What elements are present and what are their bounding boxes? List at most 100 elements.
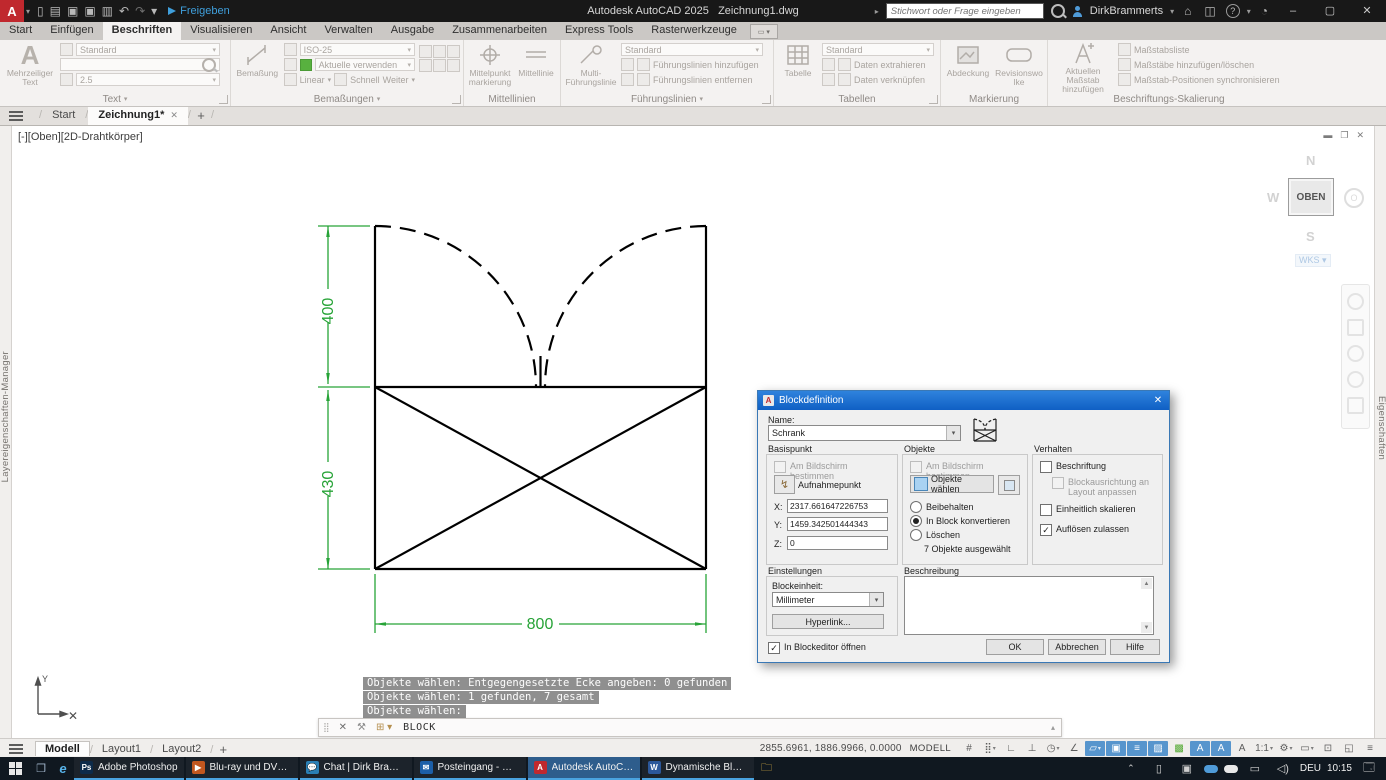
extract-data-button[interactable]: Daten extrahieren bbox=[854, 60, 926, 70]
tab-drawing1[interactable]: Zeichnung1*✕ bbox=[88, 107, 188, 125]
grid-icon[interactable]: # bbox=[959, 741, 979, 756]
close-tab-icon[interactable]: ✕ bbox=[170, 110, 178, 120]
add-delete-scales-button[interactable]: Maßstäbe hinzufügen/löschen bbox=[1134, 60, 1254, 70]
ribbon-tab-express-tools[interactable]: Express Tools bbox=[556, 22, 642, 40]
add-layout-button[interactable]: + bbox=[213, 741, 233, 757]
taskbar-app-button[interactable]: PsAdobe Photoshop bbox=[74, 757, 184, 780]
viewport-controls-label[interactable]: [-][Oben][2D-Drahtkörper] bbox=[18, 131, 143, 143]
select-objects-button[interactable]: Objekte wählen bbox=[910, 475, 994, 493]
dialog-launcher-icon[interactable] bbox=[219, 95, 228, 104]
panel-label-annotation-scaling[interactable]: Beschriftungs-Skalierung bbox=[1048, 92, 1290, 106]
ribbon-tab-verwalten[interactable]: Verwalten bbox=[315, 22, 381, 40]
language-indicator[interactable]: DEU bbox=[1300, 763, 1321, 774]
autoscale-icon[interactable]: A bbox=[1211, 741, 1231, 756]
z-coordinate-field[interactable] bbox=[787, 536, 888, 550]
panel-label-markup[interactable]: Markierung bbox=[941, 92, 1047, 106]
revcloud-button[interactable]: Revisionswolke bbox=[995, 42, 1043, 90]
clean-screen-icon[interactable]: ◱ bbox=[1339, 741, 1359, 756]
dialog-title-bar[interactable]: A Blockdefinition ✕ bbox=[758, 391, 1169, 410]
quick-dim-button[interactable]: Schnell bbox=[350, 75, 380, 85]
close-button[interactable]: ✕ bbox=[1352, 0, 1382, 22]
infer-constraints-icon[interactable]: ∟ bbox=[1001, 741, 1021, 756]
clock[interactable]: 10:15 bbox=[1327, 763, 1352, 774]
viewcube-wcs-menu[interactable]: WKS ▾ bbox=[1295, 254, 1331, 267]
text-style-combo[interactable]: Standard▾ bbox=[76, 43, 220, 56]
help-icon[interactable]: ? bbox=[1226, 4, 1240, 18]
task-view-icon[interactable]: ❒ bbox=[30, 757, 52, 780]
ribbon-display-toggle[interactable]: ▭▾ bbox=[750, 24, 778, 39]
display-icon[interactable]: ▭ bbox=[1244, 762, 1266, 775]
drawing-minimize-icon[interactable]: ▬ bbox=[1323, 130, 1332, 141]
taskbar-app-button[interactable]: ✉Posteingang - GMX - ... bbox=[414, 757, 526, 780]
ribbon-tab-ansicht[interactable]: Ansicht bbox=[261, 22, 315, 40]
lineweight-icon[interactable]: ≡ bbox=[1127, 741, 1147, 756]
collaborate-icon[interactable]: ◫ bbox=[1204, 0, 1215, 22]
showmotion-icon[interactable] bbox=[1347, 397, 1364, 414]
file-explorer-icon[interactable]: 🗀 bbox=[756, 757, 778, 780]
transparency-icon[interactable]: ▨ bbox=[1148, 741, 1168, 756]
navigation-bar[interactable] bbox=[1341, 284, 1370, 429]
model-space-badge[interactable]: MODELL bbox=[910, 743, 951, 754]
tray-phone-icon[interactable]: ▯ bbox=[1148, 762, 1170, 775]
update-icon[interactable] bbox=[433, 59, 446, 72]
snap-mode-icon[interactable]: ⣿▾ bbox=[980, 741, 1000, 756]
properties-palette-strip[interactable]: Eigenschaften bbox=[1374, 126, 1386, 738]
layout-tab-layout1[interactable]: Layout1 bbox=[93, 742, 150, 756]
new-file-icon[interactable]: ▯ bbox=[37, 0, 44, 22]
search-scope-arrow-icon[interactable]: ▸ bbox=[875, 7, 879, 16]
dialog-launcher-icon[interactable] bbox=[452, 95, 461, 104]
reassociate-icon[interactable] bbox=[447, 59, 460, 72]
layer-properties-palette-strip[interactable]: Layereigenschaften-Manager bbox=[0, 126, 12, 738]
block-name-combo[interactable]: Schrank▾ bbox=[768, 425, 961, 441]
description-textarea[interactable]: ▲ ▼ bbox=[904, 576, 1154, 635]
undo-icon[interactable]: ↶ bbox=[119, 0, 129, 22]
tray-photos-icon[interactable]: ▣ bbox=[1176, 762, 1198, 775]
ribbon-tab-start[interactable]: Start bbox=[0, 22, 41, 40]
link-data-button[interactable]: Daten verknüpfen bbox=[854, 75, 925, 85]
search-icon[interactable] bbox=[1051, 4, 1065, 18]
customize-qat-icon[interactable]: ▾ bbox=[151, 0, 157, 22]
retain-radio[interactable]: Beibehalten bbox=[910, 501, 974, 513]
volume-icon[interactable]: ◁) bbox=[1272, 762, 1294, 775]
scale-list-button[interactable]: Maßstabsliste bbox=[1134, 45, 1190, 55]
tray-chevron-icon[interactable]: ⌃ bbox=[1120, 763, 1142, 774]
dialog-close-icon[interactable]: ✕ bbox=[1147, 391, 1169, 410]
delete-radio[interactable]: Löschen bbox=[910, 529, 960, 541]
user-menu-arrow-icon[interactable]: ▾ bbox=[1170, 7, 1174, 16]
object-snap-tracking-icon[interactable]: ▱▾ bbox=[1085, 741, 1105, 756]
command-line-grip-icon[interactable]: ⣿ bbox=[319, 722, 334, 733]
orbit-icon[interactable] bbox=[1347, 371, 1364, 388]
command-recent-icon[interactable]: ⊞ ▾ bbox=[371, 722, 397, 733]
steering-wheel-icon[interactable] bbox=[1347, 293, 1364, 310]
panel-label-centerlines[interactable]: Mittellinien bbox=[464, 92, 560, 106]
panel-label-dimensions[interactable]: Bemaßungen▾ bbox=[231, 92, 463, 106]
isodraft-icon[interactable]: ∠ bbox=[1064, 741, 1084, 756]
dim-style-combo[interactable]: ISO-25▾ bbox=[300, 43, 415, 56]
save-as-icon[interactable]: ▣ bbox=[84, 0, 95, 22]
wipeout-button[interactable]: Abdeckung bbox=[945, 42, 991, 90]
ribbon-tab-beschriften[interactable]: Beschriften bbox=[103, 22, 182, 40]
autocad-logo[interactable]: A bbox=[0, 0, 24, 22]
ortho-icon[interactable]: ⊥ bbox=[1022, 741, 1042, 756]
ribbon-tab-ausgabe[interactable]: Ausgabe bbox=[382, 22, 443, 40]
redo-icon[interactable]: ↷ bbox=[135, 0, 145, 22]
tab-start[interactable]: Start bbox=[42, 107, 85, 125]
hyperlink-button[interactable]: Hyperlink... bbox=[772, 614, 884, 629]
taskbar-app-button[interactable]: AAutodesk AutoCAD 2... bbox=[528, 757, 640, 780]
drawing-canvas[interactable]: Layereigenschaften-Manager Eigenschaften… bbox=[0, 126, 1386, 738]
ribbon-tab-visualisieren[interactable]: Visualisieren bbox=[181, 22, 261, 40]
panel-label-text[interactable]: Text▾ bbox=[0, 92, 230, 106]
selection-cycling-icon[interactable]: ▩ bbox=[1169, 741, 1189, 756]
cancel-button[interactable]: Abbrechen bbox=[1048, 639, 1106, 655]
continue-dim-button[interactable]: Weiter bbox=[383, 75, 409, 85]
app-store-icon[interactable]: ⌂ bbox=[1184, 0, 1191, 22]
uniform-scale-checkbox[interactable]: Einheitlich skalieren bbox=[1040, 504, 1136, 516]
dim-layer-combo[interactable]: Aktuelle verwenden▾ bbox=[315, 58, 415, 71]
panel-label-tables[interactable]: Tabellen bbox=[774, 92, 940, 106]
dimension-button[interactable]: Bemaßung bbox=[235, 42, 280, 90]
viewcube-north[interactable]: N bbox=[1306, 153, 1315, 168]
workspace-switching-icon[interactable]: ⚙▾ bbox=[1276, 741, 1296, 756]
help-button[interactable]: Hilfe bbox=[1110, 639, 1160, 655]
viewcube-top-face[interactable]: OBEN bbox=[1288, 178, 1334, 216]
multileader-button[interactable]: Multi-Führungslinie bbox=[565, 42, 617, 90]
